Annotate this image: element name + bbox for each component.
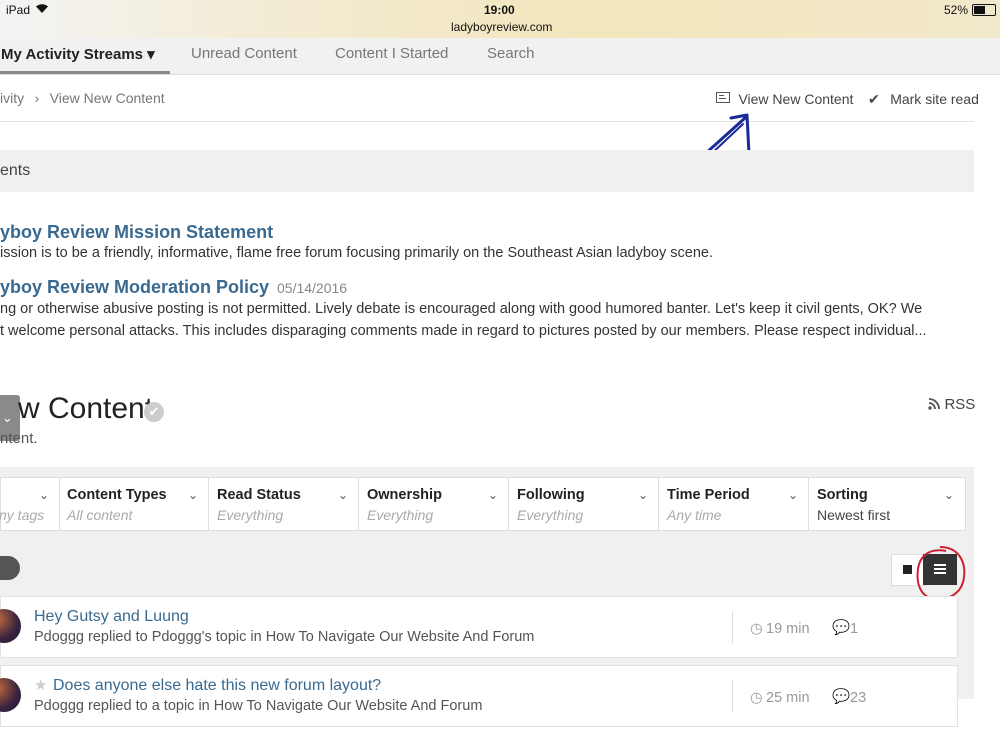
chevron-down-icon: ⌄ <box>337 488 348 502</box>
filter-sorting[interactable]: Sorting Newest first ⌄ <box>809 478 964 530</box>
announcements-header: ents <box>0 150 974 192</box>
filter-label: Sorting <box>817 487 868 503</box>
chevron-down-icon: ⌄ <box>487 488 498 502</box>
page: My Activity Streams ▾ Unread Content Con… <box>0 38 1000 750</box>
battery-percent: 52% <box>944 3 969 17</box>
check-icon: ✔ <box>868 91 880 107</box>
chevron-down-icon: ⌄ <box>943 488 954 502</box>
rss-link[interactable]: RSS <box>928 396 975 414</box>
avatar[interactable] <box>0 609 21 643</box>
chevron-down-icon: ⌄ <box>38 488 49 502</box>
stream-item-subtitle: Pdoggg replied to Pdoggg's topic in How … <box>34 629 535 645</box>
filter-label: Time Period <box>667 487 750 503</box>
stream-item-time: 19 min <box>766 621 810 637</box>
divider <box>0 121 974 122</box>
filter-tags-value: ny tags <box>0 507 45 523</box>
filter-value: All content <box>67 507 133 523</box>
announcement-title[interactable]: yboy Review Mission Statement <box>0 222 273 243</box>
announcements-heading: ents <box>0 162 31 179</box>
clock-icon: ◷ <box>750 690 763 706</box>
divider <box>732 680 733 712</box>
filter-label: Read Status <box>217 487 301 503</box>
chevron-down-icon: ⌄ <box>187 488 198 502</box>
filter-following[interactable]: Following Everything ⌄ <box>509 478 659 530</box>
announcement-title[interactable]: yboy Review Moderation Policy <box>0 277 269 298</box>
newspaper-icon <box>716 92 730 103</box>
clock: 19:00 <box>484 3 515 17</box>
active-tab-indicator <box>0 71 170 74</box>
page-title: w Content <box>18 392 154 425</box>
avatar[interactable] <box>0 678 21 712</box>
stream-item-time: 25 min <box>766 690 810 706</box>
filter-content-types[interactable]: Content Types All content ⌄ <box>59 478 209 530</box>
status-bar: iPad 19:00 ladyboyreview.com 52% <box>0 0 1000 38</box>
rss-icon <box>928 398 940 410</box>
breadcrumb-parent[interactable]: ivity <box>0 90 24 106</box>
device-label: iPad <box>6 3 31 17</box>
stream-item-title[interactable]: Does anyone else hate this new forum lay… <box>53 677 381 695</box>
filter-value: Newest first <box>817 507 891 523</box>
filter-read-status[interactable]: Read Status Everything ⌄ <box>209 478 359 530</box>
filter-value: Everything <box>217 507 284 523</box>
filter-value: Everything <box>367 507 434 523</box>
stream-item-subtitle: Pdoggg replied to a topic in How To Navi… <box>34 698 483 714</box>
stream-item[interactable]: Hey Gutsy and Luung Pdoggg replied to Pd… <box>0 596 958 658</box>
filter-value: Any time <box>667 507 722 523</box>
breadcrumb-current: View New Content <box>49 90 165 106</box>
stream-item-replies: 23 <box>850 690 867 706</box>
view-new-content-label: View New Content <box>738 91 854 107</box>
filter-time-period[interactable]: Time Period Any time ⌄ <box>659 478 809 530</box>
star-icon[interactable]: ★ <box>34 676 47 694</box>
mark-site-read-button[interactable]: ✔ Mark site read <box>868 91 979 109</box>
activity-nav: My Activity Streams ▾ Unread Content Con… <box>0 38 1000 75</box>
filter-label: Following <box>517 487 585 503</box>
stream-item-title[interactable]: Hey Gutsy and Luung <box>34 608 189 626</box>
breadcrumb-separator: › <box>34 90 40 106</box>
tab-search[interactable]: Search <box>487 45 535 62</box>
comment-icon: 💬 <box>832 620 851 636</box>
tab-unread-content[interactable]: Unread Content <box>191 45 297 62</box>
page-subtitle: ntent. <box>0 430 38 447</box>
announcement-text: ng or otherwise abusive posting is not p… <box>0 301 923 317</box>
url-bar[interactable]: ladyboyreview.com <box>451 20 552 34</box>
filter-label: Ownership <box>367 487 442 503</box>
chevron-down-icon: ⌄ <box>637 488 648 502</box>
filter-ownership[interactable]: Ownership Everything ⌄ <box>359 478 509 530</box>
tab-my-activity-streams[interactable]: My Activity Streams ▾ <box>1 45 155 63</box>
view-new-content-link[interactable]: View New Content <box>716 91 853 109</box>
filter-tags[interactable]: ny tags ⌄ <box>0 478 60 530</box>
tab-content-i-started[interactable]: Content I Started <box>335 45 448 62</box>
rss-label: RSS <box>944 396 976 413</box>
breadcrumb: ivity › View New Content <box>0 90 165 108</box>
chevron-down-icon: ⌄ <box>787 488 798 502</box>
announcement-text: t welcome personal attacks. This include… <box>0 323 927 339</box>
filter-bar: ny tags ⌄ Content Types All content ⌄ Re… <box>0 477 966 531</box>
verified-check-icon: ✔ <box>144 402 164 422</box>
stream-item-replies: 1 <box>850 621 859 637</box>
announcement-text: ission is to be a friendly, informative,… <box>0 245 713 261</box>
wifi-icon <box>35 2 49 17</box>
filter-label: Content Types <box>67 487 167 503</box>
mark-site-read-label: Mark site read <box>890 91 979 107</box>
chevron-down-icon: ⌄ <box>2 410 13 425</box>
clock-icon: ◷ <box>750 621 763 637</box>
announcement-date: 05/14/2016 <box>277 280 348 296</box>
stream-item[interactable]: ★ Does anyone else hate this new forum l… <box>0 665 958 727</box>
comment-icon: 💬 <box>832 689 851 705</box>
filter-value: Everything <box>517 507 584 523</box>
battery-icon <box>972 4 996 16</box>
divider <box>732 611 733 643</box>
